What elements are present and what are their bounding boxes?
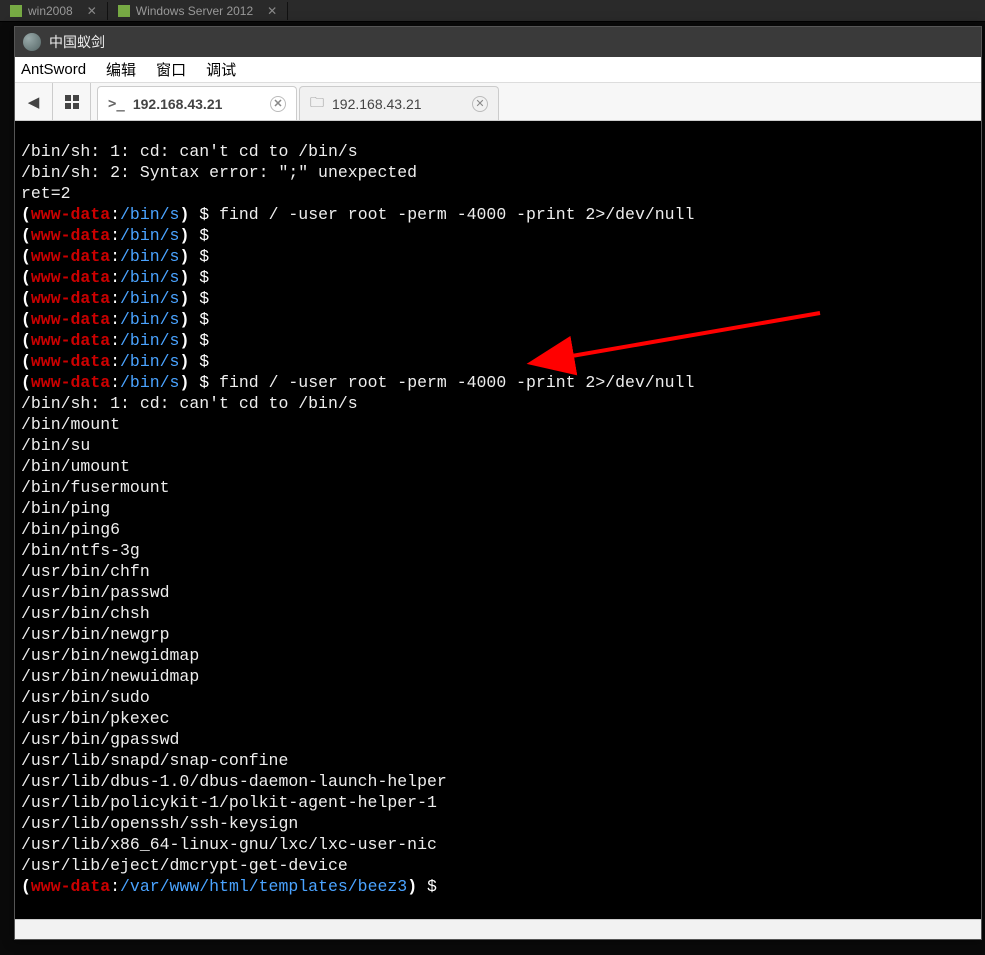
terminal-icon: >_ — [108, 96, 125, 112]
terminal-line: /usr/bin/newgidmap — [21, 645, 975, 666]
terminal-line: (www-data:/bin/s) $ — [21, 246, 975, 267]
terminal-line: /bin/sh: 1: cd: can't cd to /bin/s — [21, 141, 975, 162]
bg-tab-label: win2008 — [28, 4, 73, 18]
terminal-line: /usr/bin/pkexec — [21, 708, 975, 729]
terminal-line: (www-data:/bin/s) $ — [21, 309, 975, 330]
terminal-line: (www-data:/bin/s) $ — [21, 351, 975, 372]
folder-icon: 🗀 — [310, 92, 324, 116]
terminal-line: /usr/bin/sudo — [21, 687, 975, 708]
titlebar[interactable]: 中国蚁剑 — [15, 27, 981, 57]
terminal-line: /usr/lib/x86_64-linux-gnu/lxc/lxc-user-n… — [21, 834, 975, 855]
vm-icon — [10, 5, 22, 17]
terminal-line: /bin/mount — [21, 414, 975, 435]
bg-tab-win2008[interactable]: win2008 ✕ — [0, 2, 108, 20]
close-icon[interactable]: ✕ — [472, 96, 488, 112]
terminal-line: /usr/bin/gpasswd — [21, 729, 975, 750]
background-tabstrip: win2008 ✕ Windows Server 2012 ✕ — [0, 0, 985, 22]
terminal-line: (www-data:/var/www/html/templates/beez3)… — [21, 876, 975, 897]
terminal-line: /usr/lib/eject/dmcrypt-get-device — [21, 855, 975, 876]
grid-view-button[interactable] — [53, 83, 91, 120]
terminal-line: /usr/bin/chfn — [21, 561, 975, 582]
terminal-line: /bin/sh: 1: cd: can't cd to /bin/s — [21, 393, 975, 414]
menubar: AntSword 编辑 窗口 调试 — [15, 57, 981, 83]
terminal-line: /bin/ntfs-3g — [21, 540, 975, 561]
vm-icon — [118, 5, 130, 17]
terminal-line: /usr/lib/policykit-1/polkit-agent-helper… — [21, 792, 975, 813]
terminal-line: (www-data:/bin/s) $ — [21, 330, 975, 351]
terminal-line: /usr/lib/dbus-1.0/dbus-daemon-launch-hel… — [21, 771, 975, 792]
close-icon[interactable]: ✕ — [87, 4, 97, 18]
toolbar: ◀ >_ 192.168.43.21 ✕ 🗀 192.168.43.21 ✕ — [15, 83, 981, 121]
terminal-line: /bin/ping6 — [21, 519, 975, 540]
close-icon[interactable]: ✕ — [270, 96, 286, 112]
terminal-line: /usr/bin/passwd — [21, 582, 975, 603]
app-window: 中国蚁剑 AntSword 编辑 窗口 调试 ◀ >_ 192.168.43.2… — [14, 26, 982, 940]
close-icon[interactable]: ✕ — [267, 4, 277, 18]
tab-label: 192.168.43.21 — [332, 96, 422, 112]
tab-terminal[interactable]: >_ 192.168.43.21 ✕ — [97, 86, 297, 120]
bg-tab-winserver2012[interactable]: Windows Server 2012 ✕ — [108, 2, 288, 20]
brand-label: AntSword — [21, 61, 86, 78]
back-button[interactable]: ◀ — [15, 83, 53, 120]
tabstrip: >_ 192.168.43.21 ✕ 🗀 192.168.43.21 ✕ — [91, 83, 981, 120]
terminal-line: /usr/lib/openssh/ssh-keysign — [21, 813, 975, 834]
terminal-line: /usr/bin/newuidmap — [21, 666, 975, 687]
terminal-line: /bin/su — [21, 435, 975, 456]
terminal-line: (www-data:/bin/s) $ find / -user root -p… — [21, 372, 975, 393]
tab-label: 192.168.43.21 — [133, 96, 223, 112]
terminal-line: /usr/bin/chsh — [21, 603, 975, 624]
bg-tab-label: Windows Server 2012 — [136, 4, 253, 18]
terminal-line: (www-data:/bin/s) $ find / -user root -p… — [21, 204, 975, 225]
grid-icon — [65, 95, 79, 109]
tab-filemanager[interactable]: 🗀 192.168.43.21 ✕ — [299, 86, 499, 120]
terminal-line: (www-data:/bin/s) $ — [21, 288, 975, 309]
menu-window[interactable]: 窗口 — [148, 57, 194, 82]
terminal-line: /bin/umount — [21, 456, 975, 477]
terminal-line: /bin/ping — [21, 498, 975, 519]
menu-debug[interactable]: 调试 — [198, 57, 244, 82]
terminal-line: ret=2 — [21, 183, 975, 204]
terminal-output[interactable]: /bin/sh: 1: cd: can't cd to /bin/s/bin/s… — [15, 121, 981, 919]
app-icon — [23, 33, 41, 51]
terminal-line: /bin/sh: 2: Syntax error: ";" unexpected — [21, 162, 975, 183]
terminal-line: /bin/fusermount — [21, 477, 975, 498]
menu-edit[interactable]: 编辑 — [98, 57, 144, 82]
window-title: 中国蚁剑 — [49, 32, 105, 52]
terminal-line: (www-data:/bin/s) $ — [21, 225, 975, 246]
terminal-line: /usr/lib/snapd/snap-confine — [21, 750, 975, 771]
terminal-line: (www-data:/bin/s) $ — [21, 267, 975, 288]
statusbar — [15, 919, 981, 939]
terminal-line: /usr/bin/newgrp — [21, 624, 975, 645]
